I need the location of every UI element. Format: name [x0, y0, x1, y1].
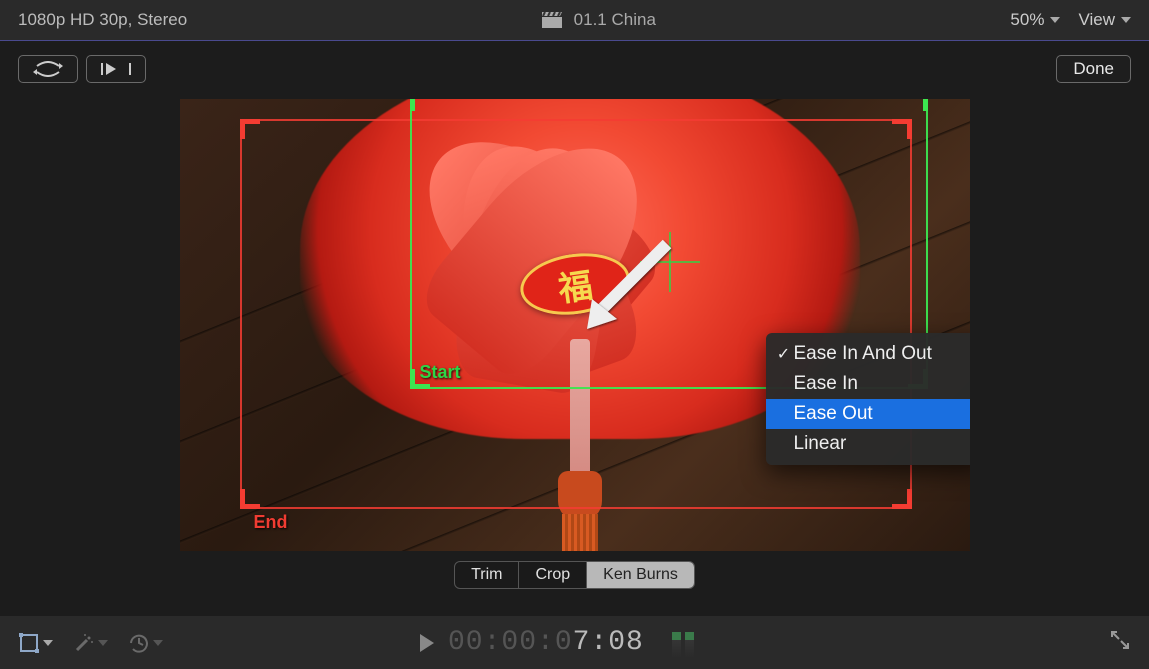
lantern-decor: [562, 514, 598, 551]
playback-controls: 00:00:07:08: [420, 627, 694, 658]
enhance-tool-dropdown[interactable]: [73, 632, 108, 654]
view-label: View: [1078, 10, 1115, 30]
viewer-toolbar: Done: [0, 41, 1149, 89]
timecode-dim: 00:00:0: [448, 627, 573, 658]
mode-ken-burns[interactable]: Ken Burns: [587, 562, 694, 588]
resize-handle[interactable]: [240, 489, 260, 509]
format-label: 1080p HD 30p, Stereo: [18, 10, 187, 30]
transform-tool-dropdown[interactable]: [18, 632, 53, 654]
crop-mode-segmented-control: Trim Crop Ken Burns: [454, 561, 695, 589]
menu-item-label: Ease In And Out: [794, 343, 932, 365]
play-button[interactable]: [420, 634, 434, 652]
viewer-header: 1080p HD 30p, Stereo 01.1 China 50% View: [0, 0, 1149, 41]
swap-start-end-button[interactable]: [18, 55, 78, 83]
clapperboard-icon: [542, 12, 562, 28]
chevron-down-icon: [43, 640, 53, 646]
timecode-bright: 7:08: [573, 627, 644, 658]
bottom-toolbar: 00:00:07:08: [0, 616, 1149, 669]
timecode-display[interactable]: 00:00:07:08: [448, 627, 644, 658]
mode-crop[interactable]: Crop: [519, 562, 587, 588]
preview-play-button[interactable]: [86, 55, 146, 83]
menu-item-label: Linear: [794, 433, 847, 455]
end-frame-label: End: [254, 512, 288, 533]
chevron-down-icon: [1121, 17, 1131, 23]
resize-handle[interactable]: [410, 99, 430, 111]
zoom-dropdown[interactable]: 50%: [1010, 10, 1060, 30]
clip-title-group: 01.1 China: [187, 10, 1010, 30]
menu-item-ease-out[interactable]: Ease Out: [766, 399, 970, 429]
chevron-down-icon: [153, 640, 163, 646]
menu-item-label: Ease In: [794, 373, 858, 395]
resize-handle[interactable]: [892, 489, 912, 509]
menu-item-linear[interactable]: Linear: [766, 429, 970, 459]
audio-meter-right: [685, 632, 694, 658]
resize-handle[interactable]: [908, 99, 928, 111]
view-dropdown[interactable]: View: [1078, 10, 1131, 30]
audio-meters[interactable]: [672, 628, 694, 658]
start-frame-label: Start: [420, 362, 461, 383]
zoom-value: 50%: [1010, 10, 1044, 30]
menu-item-ease-in[interactable]: Ease In: [766, 369, 970, 399]
fullscreen-button[interactable]: [1109, 629, 1131, 656]
easing-context-menu: ✓ Ease In And Out Ease In Ease Out Linea…: [766, 333, 970, 465]
done-button[interactable]: Done: [1056, 55, 1131, 83]
chevron-down-icon: [98, 640, 108, 646]
menu-item-ease-in-and-out[interactable]: ✓ Ease In And Out: [766, 339, 970, 369]
menu-item-label: Ease Out: [794, 403, 873, 425]
viewer-canvas[interactable]: End Start ✓ Ease In And Out: [180, 99, 970, 551]
clip-name: 01.1 China: [574, 10, 656, 30]
audio-meter-left: [672, 632, 681, 658]
chevron-down-icon: [1050, 17, 1060, 23]
retime-tool-dropdown[interactable]: [128, 632, 163, 654]
checkmark-icon: ✓: [774, 344, 794, 364]
resize-handle[interactable]: [240, 119, 260, 139]
crosshair-icon: [640, 232, 700, 292]
viewer-area: End Start ✓ Ease In And Out: [0, 89, 1149, 616]
mode-trim[interactable]: Trim: [455, 562, 519, 588]
